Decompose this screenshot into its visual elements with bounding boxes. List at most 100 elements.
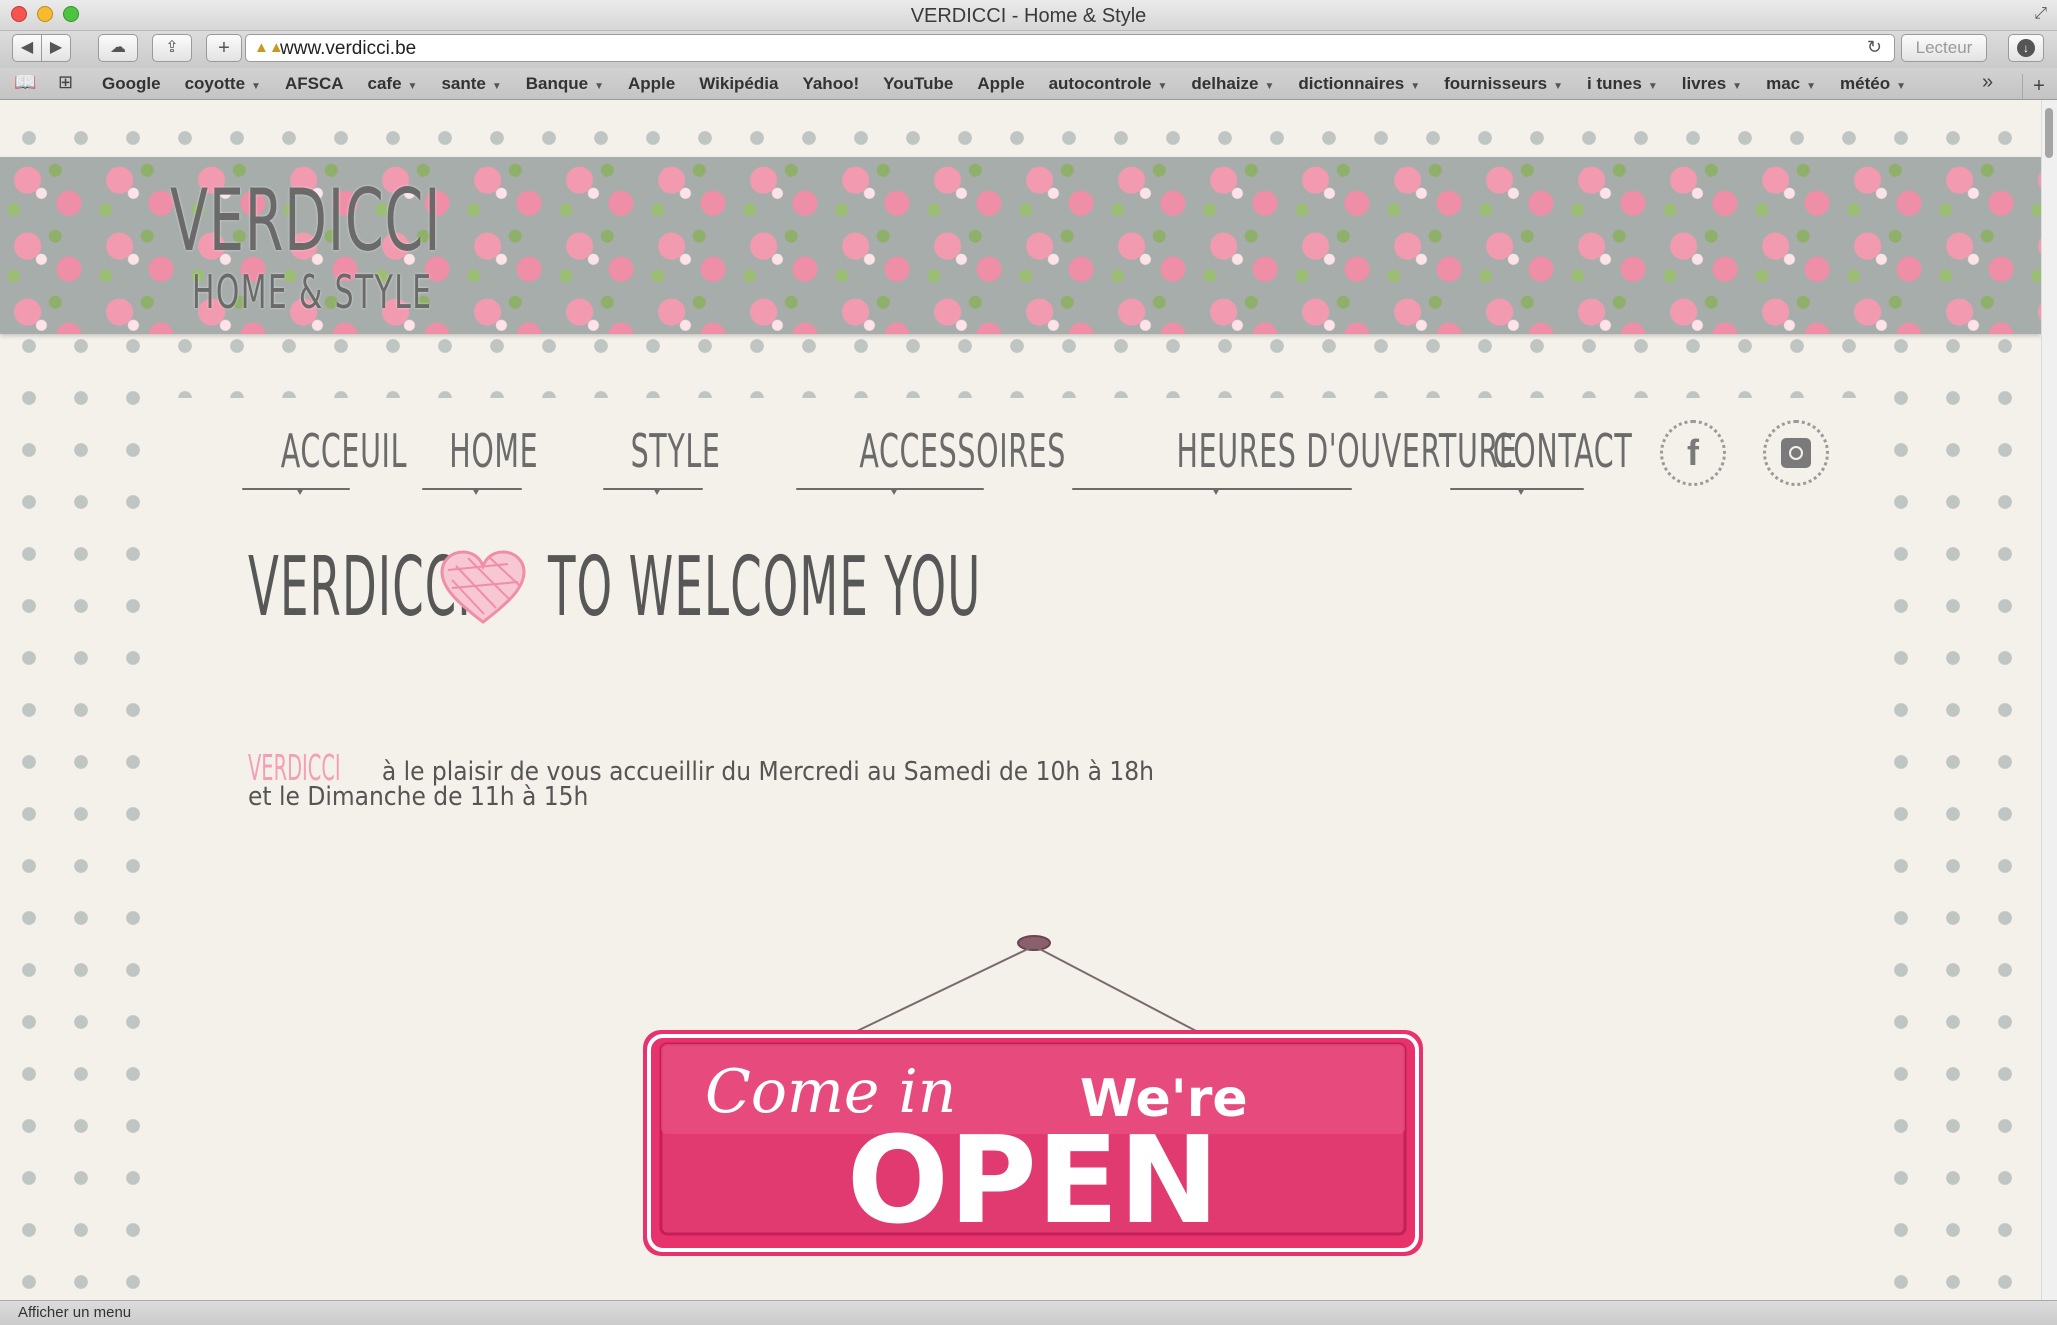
vertical-scrollbar[interactable] <box>2041 100 2057 1300</box>
bookmark-item[interactable]: autocontrole ▼ <box>1049 74 1168 94</box>
dropdown-arrow-icon: ▼ <box>1157 80 1168 92</box>
bookmark-label: Apple <box>977 73 1025 93</box>
nav-label: ACCEUIL <box>280 424 408 478</box>
bookmark-item[interactable]: livres ▼ <box>1682 74 1742 94</box>
main-navigation: ACCEUIL HOME STYLE ACCESSOIRES HEURES D'… <box>170 398 1888 508</box>
nav-underline <box>603 488 703 495</box>
dropdown-arrow-icon: ▼ <box>407 80 418 92</box>
heart-icon <box>440 550 526 624</box>
open-sign-image: Come in We're OPEN <box>643 935 1423 1256</box>
bookmark-label: météo <box>1840 73 1891 93</box>
bookmark-label: Wikipédia <box>699 73 779 93</box>
dropdown-arrow-icon: ▼ <box>594 80 605 92</box>
share-button[interactable]: ⇪ <box>152 34 192 62</box>
reader-button[interactable]: Lecteur <box>1901 34 1987 62</box>
bookmark-item[interactable]: dictionnaires ▼ <box>1298 74 1420 94</box>
bookmark-item[interactable]: Apple <box>628 74 675 94</box>
scrollbar-thumb[interactable] <box>2045 108 2053 158</box>
new-tab-button[interactable]: + <box>206 34 242 62</box>
bookmarks-list: Google coyotte ▼ AFSCA cafe ▼ sante ▼ Banque ▼ App… <box>102 68 1930 99</box>
logo-subtitle: HOME & STYLE <box>192 265 433 319</box>
instagram-icon <box>1781 438 1811 468</box>
icloud-tabs-button[interactable]: ☁ <box>98 34 138 62</box>
bookmark-item[interactable]: i tunes ▼ <box>1587 74 1658 94</box>
forward-button[interactable]: ▶ <box>41 34 71 62</box>
nav-accessoires[interactable]: ACCESSOIRES <box>796 424 1065 495</box>
bookmark-label: Yahoo! <box>802 73 860 93</box>
nav-underline <box>1072 488 1352 495</box>
nav-label: STYLE <box>630 424 721 478</box>
nav-label: CONTACT <box>1492 424 1633 478</box>
sign-string-right <box>1033 945 1199 1033</box>
bookmark-label: coyotte <box>184 73 246 93</box>
bookmark-label: Banque <box>525 73 589 93</box>
bookmark-item[interactable]: Apple <box>977 74 1024 94</box>
nav-underline <box>242 488 350 495</box>
downloads-button[interactable]: ↓ <box>2008 34 2044 62</box>
bookmark-item[interactable]: cafe ▼ <box>368 74 418 94</box>
back-button[interactable]: ◀ <box>12 34 42 62</box>
bookmark-item[interactable]: coyotte ▼ <box>185 74 261 94</box>
facebook-link[interactable]: f <box>1660 420 1726 486</box>
facebook-icon: f <box>1687 432 1699 473</box>
bookmark-item[interactable]: Google <box>102 74 161 94</box>
nav-underline <box>796 488 984 495</box>
bookmark-item[interactable]: delhaize ▼ <box>1191 74 1274 94</box>
bookmark-item[interactable]: Wikipédia <box>699 74 778 94</box>
bookmark-item[interactable]: Yahoo! <box>802 74 859 94</box>
nav-underline <box>1450 488 1584 495</box>
bookmark-item[interactable]: YouTube <box>883 74 953 94</box>
bookmark-label: sante <box>441 73 486 93</box>
nav-acceuil[interactable]: ACCEUIL <box>242 424 406 495</box>
address-bar[interactable]: ▲▲ www.verdicci.be ↻ <box>245 34 1895 62</box>
reload-icon[interactable]: ↻ <box>1867 37 1882 58</box>
top-sites-icon[interactable]: ⊞ <box>58 72 73 93</box>
sign-string-left <box>854 945 1035 1033</box>
nav-label: HOME <box>449 424 539 478</box>
nav-label: ACCESSOIRES <box>859 424 1067 478</box>
bookmark-label: delhaize <box>1191 73 1259 93</box>
bookmark-label: i tunes <box>1587 73 1642 93</box>
add-tab-icon[interactable]: + <box>2022 74 2055 99</box>
nav-heures-douverture[interactable]: HEURES D'OUVERTURE <box>1072 424 1517 495</box>
dropdown-arrow-icon: ▼ <box>1896 80 1906 92</box>
window-titlebar: VERDICCI - Home & Style ⤢ <box>0 0 2057 31</box>
bookmark-label: YouTube <box>883 73 954 93</box>
bookmark-label: cafe <box>367 73 402 93</box>
main-content: ACCEUIL HOME STYLE ACCESSOIRES HEURES D'… <box>170 398 1888 1300</box>
bookmarks-bar: 📖 ⊞ Google coyotte ▼ AFSCA cafe ▼ sante ▼ Banque… <box>0 68 2057 100</box>
dropdown-arrow-icon: ▼ <box>1732 80 1743 92</box>
info-line-2: et le Dimanche de 11h à 15h <box>248 782 589 812</box>
fullscreen-icon[interactable]: ⤢ <box>2034 5 2047 23</box>
instagram-link[interactable] <box>1763 420 1829 486</box>
bookmark-item[interactable]: météo ▼ <box>1840 74 1906 94</box>
sign-nail <box>1017 935 1051 951</box>
status-text: Afficher un menu <box>18 1304 132 1321</box>
sign-open: OPEN <box>847 1112 1219 1251</box>
bookmark-label: fournisseurs <box>1444 73 1548 93</box>
nav-underline <box>422 488 522 495</box>
bookmark-label: autocontrole <box>1048 73 1152 93</box>
address-url[interactable]: www.verdicci.be <box>280 38 416 60</box>
bookmark-item[interactable]: Banque ▼ <box>526 74 604 94</box>
dropdown-arrow-icon: ▼ <box>1264 80 1275 92</box>
bookmark-item[interactable]: fournisseurs ▼ <box>1444 74 1563 94</box>
more-bookmarks-icon[interactable]: » <box>1982 71 1993 94</box>
download-icon: ↓ <box>2017 39 2035 57</box>
dropdown-arrow-icon: ▼ <box>1553 80 1564 92</box>
status-bar: Afficher un menu <box>0 1300 2057 1325</box>
nav-contact[interactable]: CONTACT <box>1450 424 1632 495</box>
bookmark-label: AFSCA <box>284 73 344 93</box>
nav-home[interactable]: HOME <box>422 424 538 495</box>
reading-list-icon[interactable]: 📖 <box>14 72 36 93</box>
bookmark-label: livres <box>1681 73 1727 93</box>
bookmark-item[interactable]: mac ▼ <box>1766 74 1816 94</box>
dropdown-arrow-icon: ▼ <box>251 80 261 92</box>
bookmark-label: Apple <box>628 73 676 93</box>
dropdown-arrow-icon: ▼ <box>1806 80 1817 92</box>
bookmark-item[interactable]: AFSCA <box>285 74 344 94</box>
bookmark-label: dictionnaires <box>1298 73 1405 93</box>
bookmark-label: Google <box>102 73 161 93</box>
bookmark-item[interactable]: sante ▼ <box>441 74 501 94</box>
nav-style[interactable]: STYLE <box>603 424 720 495</box>
